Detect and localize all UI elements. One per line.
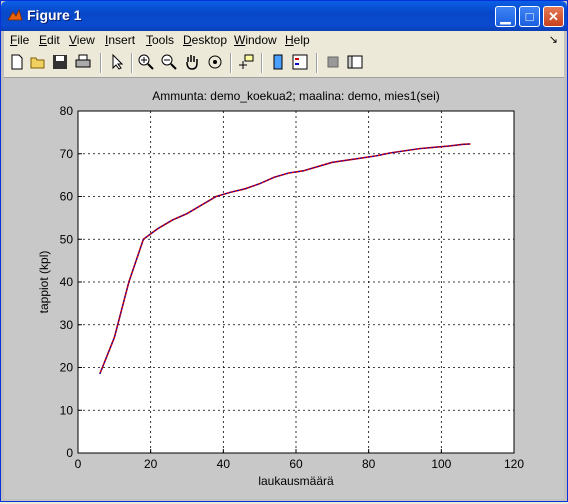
menu-bar: File Edit View Insert Tools Desktop Wind… xyxy=(4,31,564,49)
menu-help-rest: elp xyxy=(293,33,310,47)
menu-file[interactable]: File xyxy=(10,33,29,47)
zoom-out-icon[interactable] xyxy=(160,53,178,71)
y-tick-label: 20 xyxy=(60,361,74,375)
y-tick-label: 50 xyxy=(60,232,74,246)
toolbar-separator xyxy=(316,53,318,73)
menu-insert-rest: nsert xyxy=(108,33,136,47)
menu-help[interactable]: Help xyxy=(285,33,310,47)
new-icon[interactable] xyxy=(8,53,26,71)
y-tick-label: 60 xyxy=(60,190,74,204)
x-tick-label: 60 xyxy=(289,457,303,471)
y-tick-label: 70 xyxy=(60,147,74,161)
x-tick-label: 120 xyxy=(504,457,524,471)
menu-edit[interactable]: Edit xyxy=(39,33,60,47)
y-tick-label: 30 xyxy=(60,318,74,332)
x-tick-label: 0 xyxy=(75,457,82,471)
x-axis-label: laukausmäärä xyxy=(258,474,334,488)
menu-window-rest: indow xyxy=(245,33,277,47)
y-axis-label: tappiot (kpl) xyxy=(37,251,51,314)
zoom-in-icon[interactable] xyxy=(137,53,155,71)
data-cursor-icon[interactable] xyxy=(237,53,255,71)
y-tick-label: 0 xyxy=(66,446,73,460)
menu-window[interactable]: Window xyxy=(234,33,277,47)
y-tick-label: 10 xyxy=(60,403,74,417)
x-tick-label: 100 xyxy=(431,457,451,471)
menu-view-rest: iew xyxy=(76,33,95,47)
chart-title: Ammunta: demo_koekua2; maalina: demo, mi… xyxy=(152,89,439,103)
pointer-icon[interactable] xyxy=(108,53,126,71)
menu-desktop-rest: esktop xyxy=(191,33,228,47)
show-plot-tools-icon[interactable] xyxy=(346,53,364,71)
toolbar-separator xyxy=(131,53,133,73)
maximize-button[interactable]: □ xyxy=(519,6,540,27)
matlab-logo-icon xyxy=(7,8,23,21)
close-icon: ✕ xyxy=(548,9,559,24)
x-tick-label: 20 xyxy=(144,457,158,471)
colorbar-icon[interactable] xyxy=(269,53,287,71)
print-icon[interactable] xyxy=(74,53,92,71)
menu-insert[interactable]: Insert xyxy=(105,33,135,47)
figure-window: Figure 1 ▁ □ ✕ File Edit View Insert Too… xyxy=(0,0,568,502)
rotate-icon[interactable] xyxy=(206,53,224,71)
line-chart: 0 20 40 60 80 100 120 0 10 20 30 40 50 60 70 80 Ammunta… xyxy=(37,89,524,488)
menu-tools[interactable]: Tools xyxy=(146,33,174,47)
menu-tools-rest: ools xyxy=(152,33,175,47)
y-tick-label: 80 xyxy=(60,104,74,118)
minimize-button[interactable]: ▁ xyxy=(495,6,516,27)
menu-file-rest: ile xyxy=(17,33,30,47)
minimize-icon: ▁ xyxy=(500,9,511,24)
maximize-icon: □ xyxy=(525,9,534,24)
menu-view[interactable]: View xyxy=(69,33,95,47)
x-tick-label: 80 xyxy=(362,457,376,471)
menu-edit-rest: dit xyxy=(47,33,60,47)
x-tick-label: 40 xyxy=(217,457,231,471)
window-title: Figure 1 xyxy=(27,7,82,23)
hide-plot-tools-icon[interactable] xyxy=(324,53,342,71)
menu-desktop[interactable]: Desktop xyxy=(183,33,227,47)
open-icon[interactable] xyxy=(29,53,47,71)
save-icon[interactable] xyxy=(51,53,69,71)
toolbar xyxy=(4,49,564,78)
legend-icon[interactable] xyxy=(291,53,309,71)
title-bar[interactable]: Figure 1 ▁ □ ✕ xyxy=(1,1,567,31)
y-tick-label: 40 xyxy=(60,275,74,289)
toolbar-separator xyxy=(230,53,232,73)
pan-icon[interactable] xyxy=(183,53,201,71)
figure-canvas: 0 20 40 60 80 100 120 0 10 20 30 40 50 60 70 80 Ammunta… xyxy=(4,78,564,499)
dock-arrow-icon[interactable]: ↘ xyxy=(549,33,558,46)
toolbar-separator xyxy=(100,53,102,73)
toolbar-separator xyxy=(261,53,263,73)
close-button[interactable]: ✕ xyxy=(543,6,564,27)
